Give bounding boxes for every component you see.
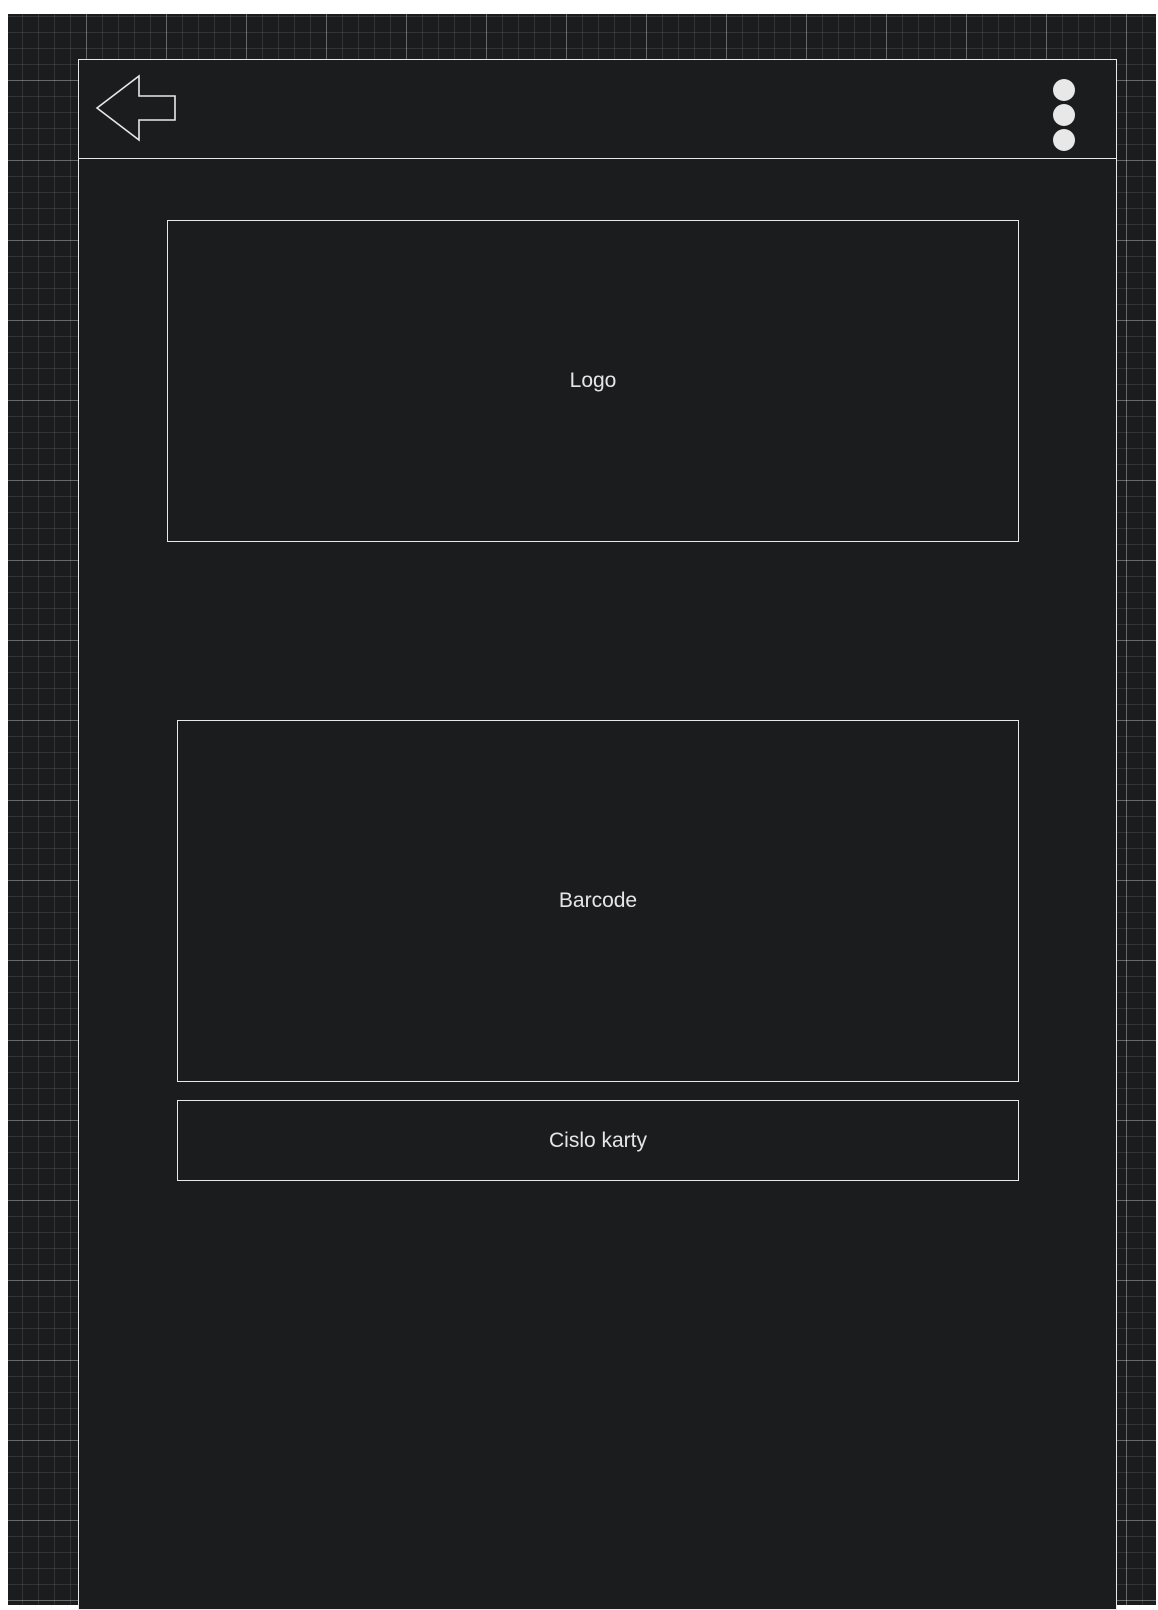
logo-label: Logo bbox=[569, 369, 617, 392]
more-options-button[interactable] bbox=[1049, 78, 1079, 154]
more-vertical-icon bbox=[1053, 79, 1075, 151]
design-canvas: Logo Barcode Cislo karty bbox=[8, 14, 1156, 1610]
card-number-label: Cislo karty bbox=[548, 1128, 648, 1152]
page: Logo Barcode Cislo karty bbox=[0, 0, 1158, 1610]
back-arrow-icon bbox=[95, 74, 176, 142]
logo-placeholder: Logo bbox=[167, 220, 1019, 542]
barcode-placeholder: Barcode bbox=[177, 720, 1019, 1082]
back-button[interactable] bbox=[95, 74, 179, 142]
phone-frame: Logo Barcode Cislo karty bbox=[78, 59, 1117, 1610]
app-bar bbox=[79, 60, 1116, 159]
card-number-field: Cislo karty bbox=[177, 1100, 1019, 1181]
barcode-label: Barcode bbox=[558, 889, 638, 912]
